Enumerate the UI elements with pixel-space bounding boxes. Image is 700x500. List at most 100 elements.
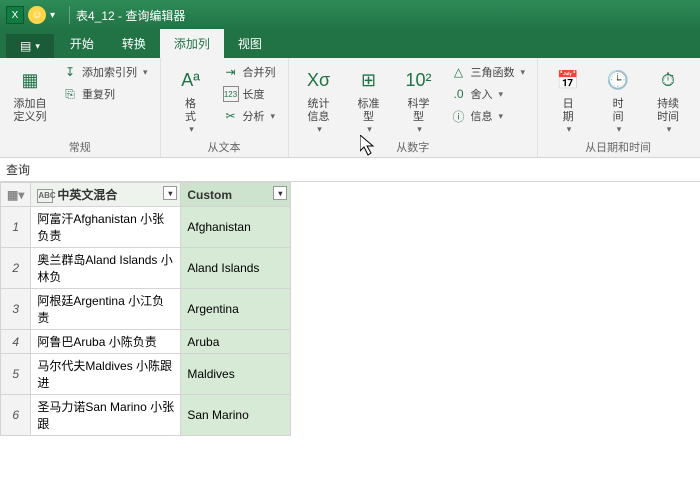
qat-dropdown-icon[interactable]: ▾ <box>50 10 55 21</box>
format-button[interactable]: Aª 格 式 ▾ <box>169 62 213 137</box>
duplicate-column-button[interactable]: ⎘重复列 <box>58 84 152 104</box>
ribbon: ▦ 添加自 定义列 ↧添加索引列▾ ⎘重复列 常规 Aª 格 式 ▾ ⇥合并列 … <box>0 58 700 158</box>
ribbon-group-number: Xσ 统计 信息▾ ⊞ 标准 型▾ 10² 科学 型▾ △三角函数▾ .0舍入▾… <box>289 58 539 157</box>
standard-button[interactable]: ⊞ 标准 型▾ <box>347 62 391 137</box>
calc-icon: ⊞ <box>353 64 385 96</box>
info-icon: ⓘ <box>451 108 467 124</box>
row-number: 4 <box>1 330 31 354</box>
date-label: 日 期 <box>563 98 574 124</box>
group-label-text: 从文本 <box>169 137 280 155</box>
chevron-down-icon: ▾ <box>143 67 148 78</box>
info-button[interactable]: ⓘ信息▾ <box>447 106 530 126</box>
statistics-button[interactable]: Xσ 统计 信息▾ <box>297 62 341 137</box>
add-custom-column-button[interactable]: ▦ 添加自 定义列 <box>8 62 52 126</box>
cell[interactable]: 阿富汗Afghanistan 小张负责 <box>31 207 181 248</box>
cell[interactable]: Maldives <box>181 354 291 395</box>
cell[interactable]: Aruba <box>181 330 291 354</box>
tab-add-column[interactable]: 添加列 <box>160 29 224 58</box>
cell[interactable]: San Marino <box>181 395 291 436</box>
duplicate-icon: ⎘ <box>62 86 78 102</box>
group-label-number: 从数字 <box>297 137 530 155</box>
tab-transform[interactable]: 转换 <box>108 29 160 58</box>
title-bar: X ☺ ▾ 表4_12 - 查询编辑器 <box>0 0 700 30</box>
time-button[interactable]: 🕒 时 间▾ <box>596 62 640 137</box>
table-row[interactable]: 3阿根廷Argentina 小江负责Argentina <box>1 289 291 330</box>
add-index-column-button[interactable]: ↧添加索引列▾ <box>58 62 152 82</box>
cell[interactable]: Aland Islands <box>181 248 291 289</box>
file-menu-icon: ▤ <box>20 39 31 53</box>
rounding-label: 舍入 <box>471 86 493 102</box>
cell[interactable]: 奥兰群岛Aland Islands 小林负 <box>31 248 181 289</box>
calendar-icon: 📅 <box>552 64 584 96</box>
row-number: 2 <box>1 248 31 289</box>
ribbon-group-datetime: 📅 日 期▾ 🕒 时 间▾ ⏱ 持续 时间▾ 从日期和时间 <box>538 58 698 157</box>
round-icon: .0 <box>451 86 467 102</box>
stopwatch-icon: ⏱ <box>652 64 684 96</box>
date-button[interactable]: 📅 日 期▾ <box>546 62 590 137</box>
triangle-icon: △ <box>451 64 467 80</box>
merge-columns-button[interactable]: ⇥合并列 <box>219 62 280 82</box>
file-tab[interactable]: ▤▾ <box>6 34 54 58</box>
filter-dropdown-icon[interactable]: ▾ <box>273 186 287 200</box>
length-label: 长度 <box>243 86 265 102</box>
chevron-down-icon: ▾ <box>367 124 372 135</box>
parse-icon: ✂ <box>223 108 239 124</box>
standard-label: 标准 型 <box>358 98 380 124</box>
format-label: 格 式 <box>185 98 196 124</box>
column-header-1[interactable]: ABC 中英文混合 ▾ <box>31 183 181 207</box>
datatype-text-icon: ABC <box>37 189 53 203</box>
tab-home[interactable]: 开始 <box>56 29 108 58</box>
chevron-down-icon: ▾ <box>271 111 276 122</box>
group-label-general: 常规 <box>8 137 152 155</box>
chevron-down-icon: ▾ <box>521 67 526 78</box>
scientific-button[interactable]: 10² 科学 型▾ <box>397 62 441 137</box>
title-divider <box>69 6 70 24</box>
table-row[interactable]: 6圣马力诺San Marino 小张跟San Marino <box>1 395 291 436</box>
table-row[interactable]: 2奥兰群岛Aland Islands 小林负Aland Islands <box>1 248 291 289</box>
duration-button[interactable]: ⏱ 持续 时间▾ <box>646 62 690 137</box>
qat-smiley-icon[interactable]: ☺ <box>28 6 46 24</box>
format-icon: Aª <box>175 64 207 96</box>
table-row[interactable]: 5马尔代夫Maldives 小陈跟进Maldives <box>1 354 291 395</box>
query-label: 查询 <box>6 161 30 178</box>
duration-label: 持续 时间 <box>657 98 679 124</box>
tab-view[interactable]: 视图 <box>224 29 276 58</box>
column-header-2[interactable]: Custom ▾ <box>181 183 291 207</box>
table-corner-icon: ▦▾ <box>7 188 24 202</box>
select-all-corner[interactable]: ▦▾ <box>1 183 31 207</box>
file-tab-caret-icon: ▾ <box>35 41 40 52</box>
filter-dropdown-icon[interactable]: ▾ <box>163 186 177 200</box>
add-index-column-label: 添加索引列 <box>82 64 137 80</box>
row-number: 3 <box>1 289 31 330</box>
merge-icon: ⇥ <box>223 64 239 80</box>
chevron-down-icon: ▾ <box>189 124 194 135</box>
info-label: 信息 <box>471 108 493 124</box>
exponent-icon: 10² <box>403 64 435 96</box>
cell[interactable]: 马尔代夫Maldives 小陈跟进 <box>31 354 181 395</box>
ribbon-group-text: Aª 格 式 ▾ ⇥合并列 123长度 ✂分析 ▾ 从文本 <box>161 58 289 157</box>
chevron-down-icon: ▾ <box>667 124 672 135</box>
time-label: 时 间 <box>613 98 624 124</box>
length-icon: 123 <box>223 86 239 102</box>
chevron-down-icon: ▾ <box>499 89 504 100</box>
parse-button[interactable]: ✂分析 ▾ <box>219 106 280 126</box>
cell[interactable]: Argentina <box>181 289 291 330</box>
table-row[interactable]: 4阿鲁巴Aruba 小陈负责Aruba <box>1 330 291 354</box>
column-header-2-label: Custom <box>187 188 232 202</box>
merge-columns-label: 合并列 <box>243 64 276 80</box>
chevron-down-icon: ▾ <box>417 124 422 135</box>
cell[interactable]: 阿鲁巴Aruba 小陈负责 <box>31 330 181 354</box>
data-grid[interactable]: ▦▾ ABC 中英文混合 ▾ Custom ▾ 1阿富汗Afghanistan 小… <box>0 182 291 436</box>
cell[interactable]: 阿根廷Argentina 小江负责 <box>31 289 181 330</box>
trig-label: 三角函数 <box>471 64 515 80</box>
cell[interactable]: 圣马力诺San Marino 小张跟 <box>31 395 181 436</box>
trig-button[interactable]: △三角函数 ▾ <box>447 62 530 82</box>
length-button[interactable]: 123长度 <box>219 84 280 104</box>
add-custom-column-label: 添加自 定义列 <box>14 98 47 124</box>
column-header-1-label: 中英文混合 <box>57 188 117 202</box>
cell[interactable]: Afghanistan <box>181 207 291 248</box>
rounding-button[interactable]: .0舍入 ▾ <box>447 84 530 104</box>
parse-label: 分析 <box>243 108 265 124</box>
chevron-down-icon: ▾ <box>567 124 572 135</box>
table-row[interactable]: 1阿富汗Afghanistan 小张负责Afghanistan <box>1 207 291 248</box>
